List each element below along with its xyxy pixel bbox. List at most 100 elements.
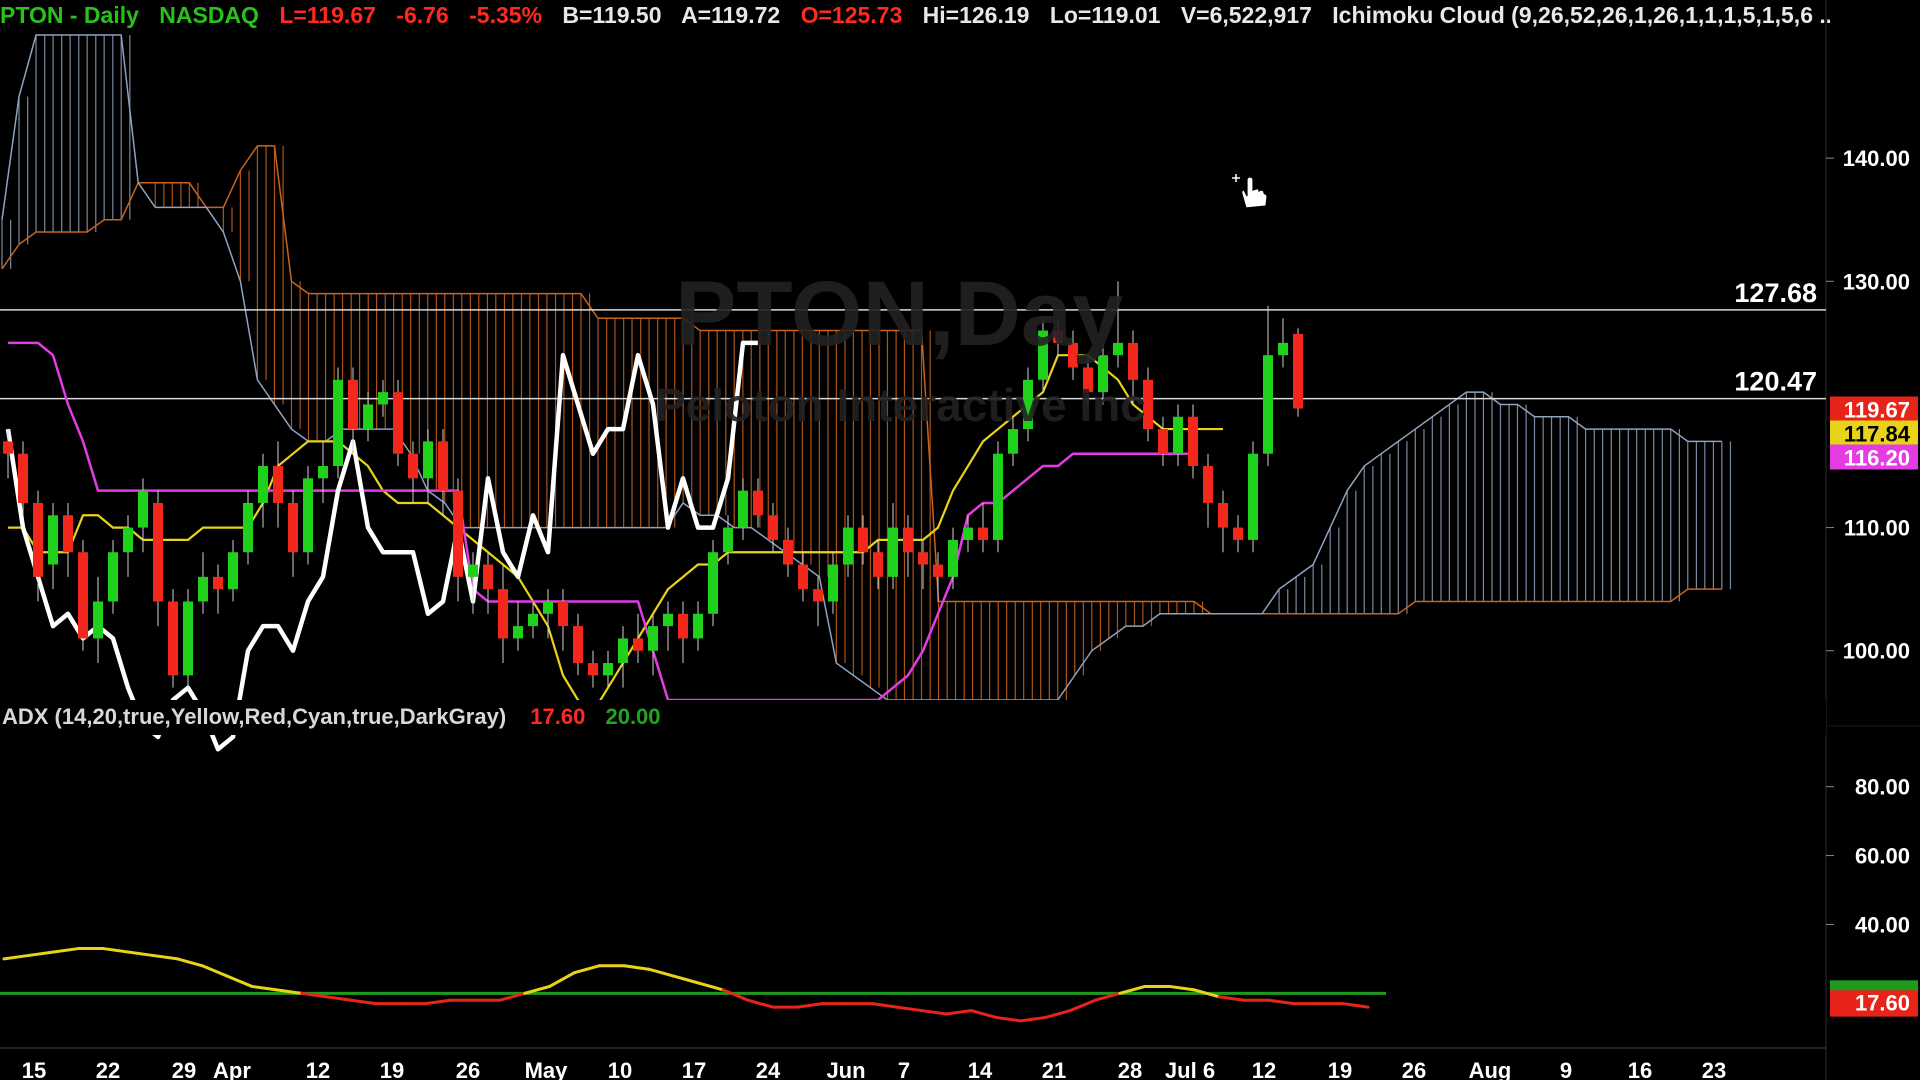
adx-tick-label: 40.00 bbox=[1855, 912, 1910, 937]
adx-segment bbox=[1217, 995, 1246, 1002]
candle-body bbox=[63, 515, 73, 553]
candle-body bbox=[333, 379, 343, 467]
high-price: Hi=126.19 bbox=[922, 2, 1030, 28]
adx-segment bbox=[969, 1009, 998, 1019]
x-tick-label: 22 bbox=[96, 1058, 120, 1080]
exchange-label: NASDAQ bbox=[159, 2, 259, 28]
x-tick-label: 23 bbox=[1702, 1058, 1726, 1080]
price-tick-label: 140.00 bbox=[1843, 146, 1910, 171]
candle-body bbox=[723, 527, 733, 553]
adx-segment bbox=[647, 967, 676, 978]
adx-segment bbox=[52, 947, 80, 954]
candle-body bbox=[348, 379, 358, 430]
x-tick-label: 7 bbox=[898, 1058, 910, 1080]
candle-body bbox=[243, 502, 253, 553]
adx-segment bbox=[870, 1002, 899, 1009]
x-tick-label: 24 bbox=[756, 1058, 781, 1080]
x-tick-label: 28 bbox=[1118, 1058, 1142, 1080]
adx-value: 17.60 bbox=[530, 704, 586, 729]
candle-body bbox=[198, 576, 208, 602]
adx-segment bbox=[1168, 984, 1196, 992]
candle-body bbox=[258, 466, 268, 503]
adx-segment bbox=[200, 964, 229, 978]
watermark-symbol: PTON,Day bbox=[675, 263, 1124, 365]
candle-body bbox=[753, 490, 763, 516]
adx-segment bbox=[225, 974, 254, 988]
adx-segment bbox=[895, 1005, 924, 1013]
candle-body bbox=[1008, 429, 1018, 454]
x-tick-label: 10 bbox=[608, 1058, 632, 1080]
candle-body bbox=[1278, 342, 1288, 356]
candle-body bbox=[828, 564, 838, 602]
candle-body bbox=[918, 552, 928, 565]
adx-segment bbox=[424, 998, 452, 1006]
adx-segment bbox=[572, 964, 601, 975]
adx-tick-label: 80.00 bbox=[1855, 775, 1910, 800]
candle-body bbox=[18, 453, 28, 503]
candle-body bbox=[273, 466, 283, 503]
candle-body bbox=[183, 601, 193, 676]
adx-segment bbox=[944, 1009, 973, 1016]
candle-body bbox=[1128, 342, 1138, 380]
adx-segment bbox=[796, 1002, 824, 1009]
price-tick-label: 130.00 bbox=[1843, 269, 1910, 294]
x-tick-label: 12 bbox=[306, 1058, 330, 1080]
candle-body bbox=[648, 626, 658, 651]
price-tick-label: 100.00 bbox=[1843, 639, 1910, 664]
x-tick-label: 19 bbox=[380, 1058, 404, 1080]
candle-body bbox=[933, 564, 943, 577]
ichimoku-cloud bbox=[1, 34, 1732, 701]
adx-header: ADX (14,20,true,Yellow,Red,Cyan,true,Dar… bbox=[2, 702, 661, 732]
adx-line bbox=[2, 947, 1370, 1023]
candle-body bbox=[1158, 429, 1168, 454]
symbol-label: PTON - Daily bbox=[0, 2, 139, 28]
candle-body bbox=[438, 441, 448, 491]
candle-body bbox=[453, 490, 463, 577]
adx-segment bbox=[151, 953, 180, 961]
candle-body bbox=[78, 552, 88, 639]
x-tick-label: 12 bbox=[1252, 1058, 1276, 1080]
candle-body bbox=[708, 552, 718, 614]
x-tick-label: 16 bbox=[1628, 1058, 1652, 1080]
open-price: O=125.73 bbox=[800, 2, 903, 28]
candle-body bbox=[948, 539, 958, 577]
candle-body bbox=[978, 527, 988, 540]
candle-body bbox=[1248, 453, 1258, 540]
candle-body bbox=[48, 515, 58, 565]
adx-segment bbox=[721, 988, 750, 1002]
adx-segment bbox=[920, 1009, 948, 1016]
x-tick-label: Jul 6 bbox=[1165, 1058, 1215, 1080]
price-badge-label: 119.67 bbox=[1844, 398, 1910, 423]
bid-price: B=119.50 bbox=[562, 2, 662, 28]
candle-body bbox=[798, 564, 808, 590]
candle-body bbox=[153, 502, 163, 602]
candle-body bbox=[513, 626, 523, 639]
candle-body bbox=[588, 663, 598, 676]
candle-body bbox=[213, 576, 223, 590]
price-change: -6.76 bbox=[396, 2, 449, 28]
adx-segment bbox=[126, 950, 155, 957]
adx-segment bbox=[1267, 998, 1296, 1006]
candle-body bbox=[303, 478, 313, 553]
horizontal-level-label: 120.47 bbox=[1734, 367, 1817, 397]
candle-body bbox=[528, 613, 538, 627]
candle-body bbox=[33, 502, 43, 577]
candle-body bbox=[873, 552, 883, 577]
candle-body bbox=[1203, 466, 1213, 503]
x-tick-label: 9 bbox=[1560, 1058, 1572, 1080]
adx-segment bbox=[548, 971, 576, 988]
adx-segment bbox=[101, 947, 130, 954]
candle-body bbox=[678, 613, 688, 639]
candle-body bbox=[498, 589, 508, 639]
adx-segment bbox=[1068, 998, 1097, 1013]
candle-body bbox=[1263, 355, 1273, 454]
x-tick-label: 26 bbox=[1402, 1058, 1426, 1080]
candle-body bbox=[168, 601, 178, 676]
low-price: Lo=119.01 bbox=[1049, 2, 1161, 28]
candle-body bbox=[363, 404, 373, 430]
x-tick-label: 21 bbox=[1042, 1058, 1066, 1080]
x-tick-label: 15 bbox=[22, 1058, 46, 1080]
candle-body bbox=[693, 613, 703, 639]
chart-canvas[interactable]: 127.68 120.47 140.00 130.00 110.00 100.00 119.… bbox=[0, 0, 1920, 1080]
candle-body bbox=[813, 589, 823, 602]
